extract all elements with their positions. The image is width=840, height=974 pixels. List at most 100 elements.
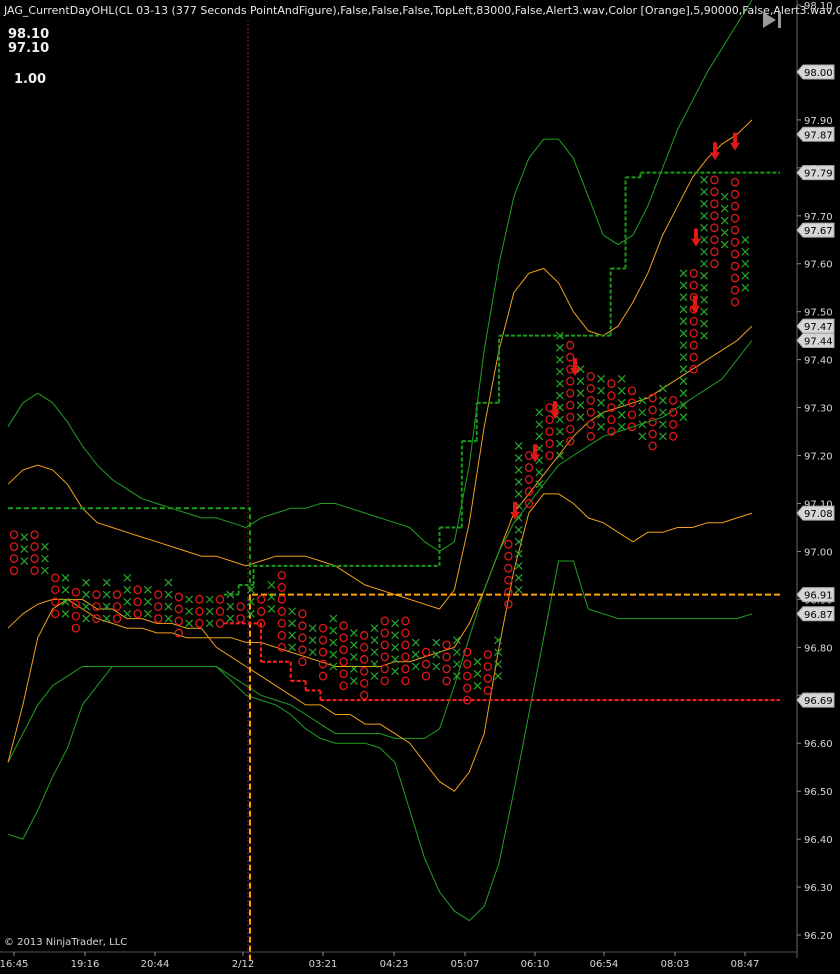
x-box [700, 223, 709, 232]
x-column [432, 638, 441, 671]
x-box [473, 657, 482, 666]
price-tag: 97.44 [796, 332, 835, 348]
y-tick-label: 96.80 [804, 643, 833, 654]
o-column [30, 530, 39, 576]
o-box [689, 268, 698, 278]
x-column [391, 619, 400, 676]
o-column [360, 630, 369, 700]
o-box [483, 674, 492, 683]
x-tick-label: 19:16 [71, 959, 100, 970]
o-box [710, 199, 719, 209]
o-box [318, 623, 328, 633]
o-column [133, 585, 142, 619]
x-column [720, 192, 729, 249]
o-box [730, 201, 740, 211]
o-box [9, 530, 19, 540]
o-column [730, 177, 740, 307]
o-box [318, 671, 328, 681]
o-box [648, 405, 657, 415]
o-box [730, 189, 740, 199]
o-box [298, 645, 307, 655]
band-outer-upper [7, 0, 753, 552]
o-box [545, 427, 554, 437]
o-box [586, 371, 595, 381]
o-column [524, 451, 534, 508]
o-box [30, 554, 39, 564]
o-box [360, 642, 369, 652]
o-box [401, 628, 410, 638]
y-tick-label: 96.40 [804, 835, 833, 846]
o-box [298, 621, 307, 631]
x-tick-label: 08:03 [661, 959, 690, 970]
o-column [648, 393, 657, 451]
o-box [71, 587, 80, 597]
x-box [226, 602, 235, 611]
o-box [154, 614, 163, 624]
band-inner-upper [7, 119, 753, 610]
o-box [30, 530, 39, 540]
price-tag-label: 97.44 [804, 336, 833, 347]
o-box [9, 542, 19, 552]
o-box [298, 633, 307, 643]
y-tick-label: 97.20 [804, 452, 833, 463]
y-tick-label: 97.30 [804, 404, 833, 415]
o-column [669, 395, 678, 441]
o-column [154, 590, 163, 624]
copyright-text: © 2013 NinjaTrader, LLC [4, 937, 127, 948]
o-box [421, 647, 431, 657]
x-box [308, 648, 317, 657]
x-box [679, 317, 688, 326]
o-box [112, 602, 122, 612]
y-tick-label: 97.90 [804, 116, 833, 127]
x-column [205, 595, 214, 628]
x-box [597, 398, 606, 407]
o-box [380, 664, 389, 674]
x-box [61, 609, 70, 618]
x-tick-label: 05:07 [451, 959, 480, 970]
o-box [298, 657, 307, 667]
o-box [586, 395, 595, 405]
o-box [174, 616, 183, 626]
x-box [514, 561, 523, 570]
x-box [164, 578, 173, 587]
x-box [720, 228, 729, 237]
o-box [360, 678, 369, 688]
x-box [370, 636, 379, 645]
o-box [277, 618, 286, 628]
x-box [411, 650, 420, 659]
x-box [432, 650, 441, 659]
x-box [576, 401, 585, 410]
o-box [669, 395, 678, 405]
o-box [30, 542, 39, 552]
x-box [700, 247, 709, 256]
pnf-chart[interactable]: 98.1097.9097.8097.7097.6097.5097.4097.30… [0, 0, 840, 974]
x-box [741, 259, 750, 268]
o-box [380, 676, 389, 686]
x-box [411, 638, 420, 647]
o-box [112, 614, 122, 624]
o-column [298, 609, 307, 667]
o-box [215, 618, 225, 628]
x-box [452, 648, 461, 657]
x-box [679, 269, 688, 278]
o-box [566, 400, 575, 410]
o-box [174, 592, 183, 602]
o-box [730, 177, 740, 187]
x-tick-label: 16:45 [0, 959, 28, 970]
o-box [710, 235, 719, 245]
o-box [277, 630, 286, 640]
x-box [102, 614, 111, 623]
x-box [679, 281, 688, 290]
x-box [679, 341, 688, 350]
y-tick-label: 97.50 [804, 308, 833, 319]
o-column [215, 594, 225, 628]
x-box [61, 573, 70, 582]
y-tick-label: 97.60 [804, 260, 833, 271]
o-box [401, 640, 410, 650]
price-tag-label: 97.47 [804, 322, 833, 333]
x-box [164, 590, 173, 599]
x-box [329, 626, 338, 635]
x-box [164, 602, 173, 611]
o-box [710, 175, 719, 185]
o-column [463, 647, 472, 705]
